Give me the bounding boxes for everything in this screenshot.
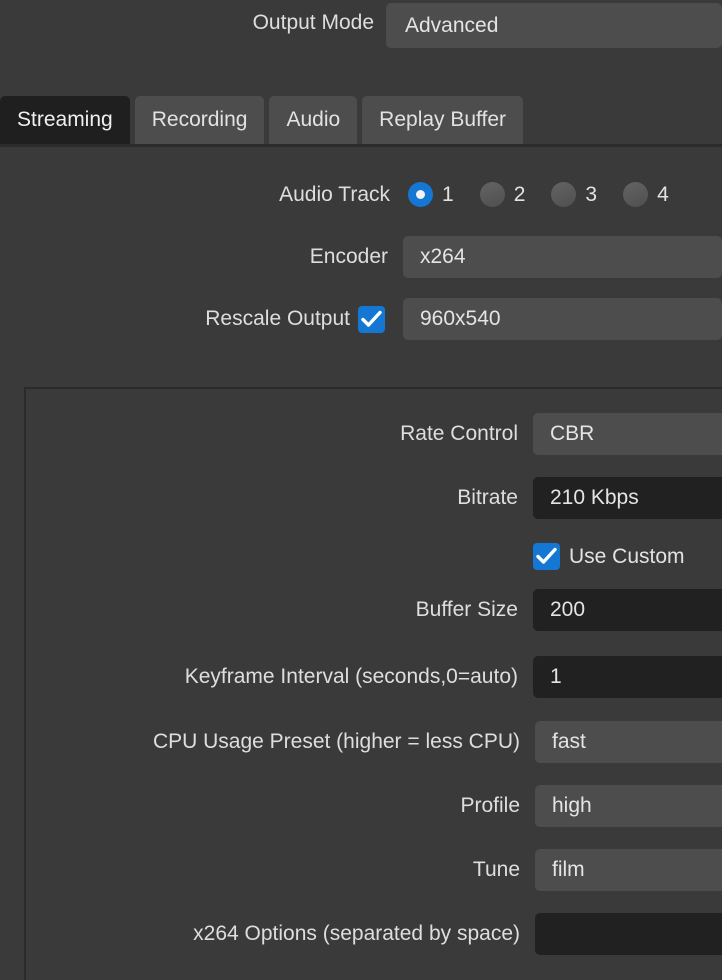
audio-track-option-1[interactable]: 1: [408, 182, 454, 207]
checkmark-icon: [536, 547, 557, 564]
use-custom-label: Use Custom: [569, 544, 685, 568]
rate-control-combobox[interactable]: CBR: [533, 413, 722, 455]
bitrate-value: 210 Kbps: [550, 486, 639, 509]
audio-track-option-1-label: 1: [442, 182, 454, 206]
tune-row: Tune film: [24, 849, 722, 891]
audio-track-option-4-label: 4: [657, 182, 669, 206]
tab-recording[interactable]: Recording: [134, 96, 265, 144]
rate-control-value: CBR: [550, 422, 595, 445]
buffer-size-value: 200: [550, 598, 586, 621]
cpu-usage-preset-label: CPU Usage Preset (higher = less CPU): [152, 730, 520, 753]
audio-track-row: Audio Track 1 2 3 4: [0, 174, 722, 216]
rescale-output-row: Rescale Output 960x540: [0, 298, 722, 340]
tune-value: film: [552, 858, 585, 881]
tab-replay-buffer-label: Replay Buffer: [379, 108, 507, 131]
rate-control-label: Rate Control: [400, 422, 518, 445]
encoder-label: Encoder: [309, 245, 388, 268]
audio-track-option-2-label: 2: [513, 182, 526, 206]
tab-audio[interactable]: Audio: [269, 96, 358, 144]
cpu-usage-preset-combobox[interactable]: fast: [535, 721, 722, 763]
radio-unchecked-icon[interactable]: [551, 182, 577, 207]
bitrate-label: Bitrate: [457, 486, 518, 509]
x264-options-label: x264 Options (separated by space): [193, 922, 520, 945]
radio-unchecked-icon[interactable]: [623, 182, 649, 207]
audio-track-option-2[interactable]: 2: [479, 182, 526, 207]
bitrate-spinbox[interactable]: 210 Kbps: [533, 477, 722, 519]
encoder-row: Encoder x264: [0, 236, 722, 278]
keyframe-interval-row: Keyframe Interval (seconds,0=auto) 1: [24, 656, 722, 698]
checkbox-checked-icon[interactable]: [358, 306, 385, 333]
audio-track-option-3[interactable]: 3: [551, 182, 597, 207]
rescale-output-checkbox-wrap[interactable]: [358, 306, 385, 333]
cpu-usage-preset-value: fast: [552, 730, 586, 753]
buffer-size-spinbox[interactable]: 200: [533, 589, 722, 631]
tab-streaming-label: Streaming: [17, 108, 113, 131]
rate-control-row: Rate Control CBR: [24, 413, 722, 455]
output-tabbar: Streaming Recording Audio Replay Buffer: [0, 96, 722, 144]
bitrate-row: Bitrate 210 Kbps: [24, 477, 722, 519]
audio-track-option-4[interactable]: 4: [623, 182, 669, 207]
tune-label: Tune: [472, 858, 520, 881]
tab-replay-buffer[interactable]: Replay Buffer: [362, 96, 524, 144]
profile-label: Profile: [460, 794, 520, 817]
cpu-usage-preset-row: CPU Usage Preset (higher = less CPU) fas…: [24, 721, 722, 763]
output-mode-label: Output Mode: [252, 11, 374, 34]
keyframe-interval-label: Keyframe Interval (seconds,0=auto): [184, 665, 518, 688]
x264-options-input[interactable]: [535, 913, 722, 955]
buffer-size-row: Buffer Size 200: [24, 589, 722, 631]
profile-combobox[interactable]: high: [535, 785, 722, 827]
audio-track-radio-group: 1 2 3 4: [408, 182, 695, 207]
buffer-size-label: Buffer Size: [415, 598, 518, 621]
checkmark-icon: [361, 310, 382, 327]
keyframe-interval-spinbox[interactable]: 1: [533, 656, 722, 698]
radio-unchecked-icon[interactable]: [479, 182, 505, 207]
tab-recording-label: Recording: [151, 108, 248, 131]
rescale-output-label: Rescale Output: [205, 307, 350, 330]
encoder-combobox[interactable]: x264: [403, 236, 722, 278]
output-mode-value: Advanced: [405, 13, 499, 37]
rescale-output-value: 960x540: [420, 307, 501, 330]
profile-value: high: [552, 794, 592, 817]
rescale-output-combobox[interactable]: 960x540: [403, 298, 722, 340]
tabbar-separator: [0, 144, 722, 147]
keyframe-interval-value: 1: [550, 665, 562, 688]
output-mode-combobox[interactable]: Advanced: [386, 3, 722, 48]
tab-streaming[interactable]: Streaming: [0, 96, 130, 144]
output-mode-row: Output Mode Advanced: [0, 0, 722, 52]
profile-row: Profile high: [24, 785, 722, 827]
audio-track-option-3-label: 3: [585, 182, 598, 206]
audio-track-label: Audio Track: [279, 183, 390, 206]
tune-combobox[interactable]: film: [535, 849, 722, 891]
checkbox-checked-icon[interactable]: [533, 543, 560, 570]
use-custom-checkbox-wrap[interactable]: Use Custom: [533, 543, 685, 570]
tab-audio-label: Audio: [286, 108, 341, 131]
encoder-value: x264: [420, 245, 466, 268]
radio-checked-icon[interactable]: [408, 182, 433, 207]
x264-options-row: x264 Options (separated by space): [24, 913, 722, 955]
